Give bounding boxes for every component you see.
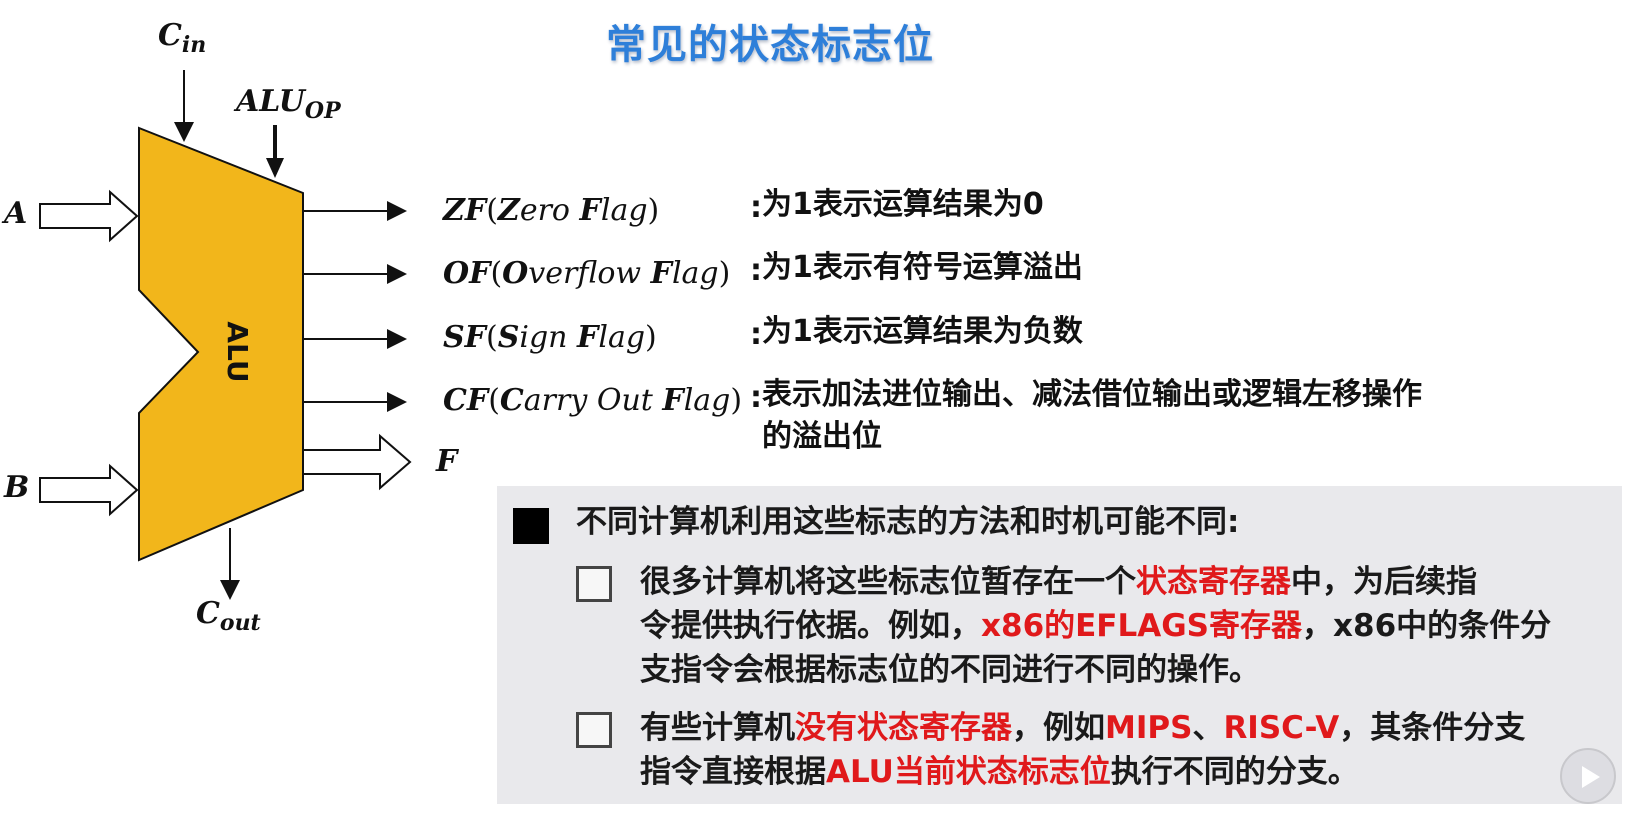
flag-cf-colon: : xyxy=(750,380,762,415)
aluop-arrowhead xyxy=(266,158,284,178)
notes-heading: 不同计算机利用这些标志的方法和时机可能不同: xyxy=(576,504,1240,540)
input-a-label: A xyxy=(4,196,28,231)
checkbox-item2 xyxy=(576,712,612,748)
notes-item1: 很多计算机将这些标志位暂存在一个状态寄存器中，为后续指 令提供执行依据。例如，x… xyxy=(640,560,1600,692)
bullet-square-filled xyxy=(513,508,549,544)
flag-cf: CF(Carry Out Flag) xyxy=(443,383,743,418)
notes-item1-line3: 支指令会根据标志位的不同进行不同的操作。 xyxy=(640,652,1260,688)
output-f-label: F xyxy=(436,444,458,479)
flag-of-desc: 为1表示有符号运算溢出 xyxy=(762,250,1083,285)
notes-item2-line2: 指令直接根据ALU当前状态标志位执行不同的分支。 xyxy=(640,754,1359,790)
notes-item2: 有些计算机没有状态寄存器，例如MIPS、RISC-V，其条件分支 指令直接根据A… xyxy=(640,706,1600,794)
flag-sf-colon: : xyxy=(750,317,762,352)
alu-label: ALU xyxy=(221,321,254,382)
page-title: 常见的状态标志位 xyxy=(606,22,934,68)
notes-item1-line1: 很多计算机将这些标志位暂存在一个状态寄存器中，为后续指 xyxy=(640,564,1477,600)
aluop-label: ALUOP xyxy=(236,84,341,124)
flag-zf: ZF(Zero Flag) xyxy=(443,193,660,228)
notes-item1-line2: 令提供执行依据。例如，x86的EFLAGS寄存器，x86中的条件分 xyxy=(640,608,1552,644)
input-a-arrow xyxy=(39,189,139,243)
cout-label: Cout xyxy=(196,596,261,636)
output-f-arrow xyxy=(302,433,412,491)
input-b-arrow xyxy=(39,463,139,517)
flag-sf: SF(Sign Flag) xyxy=(443,320,657,355)
flag-zf-colon: : xyxy=(750,190,762,225)
flag-sf-desc: 为1表示运算结果为负数 xyxy=(762,314,1083,349)
input-b-label: B xyxy=(4,470,30,505)
flag-of-colon: : xyxy=(750,253,762,288)
notes-item2-line1: 有些计算机没有状态寄存器，例如MIPS、RISC-V，其条件分支 xyxy=(640,710,1526,746)
flag-cf-desc: 表示加法进位输出、减法借位输出或逻辑左移操作 xyxy=(762,377,1422,412)
flag-cf-desc-line2: 的溢出位 xyxy=(762,419,882,454)
play-icon xyxy=(1582,766,1600,788)
alu-body xyxy=(138,126,304,562)
play-button[interactable] xyxy=(1560,748,1616,804)
flag-zf-desc: 为1表示运算结果为0 xyxy=(762,187,1044,222)
flag-of: OF(Overflow Flag) xyxy=(443,256,731,291)
checkbox-item1 xyxy=(576,566,612,602)
cin-label: Cin xyxy=(158,18,207,58)
